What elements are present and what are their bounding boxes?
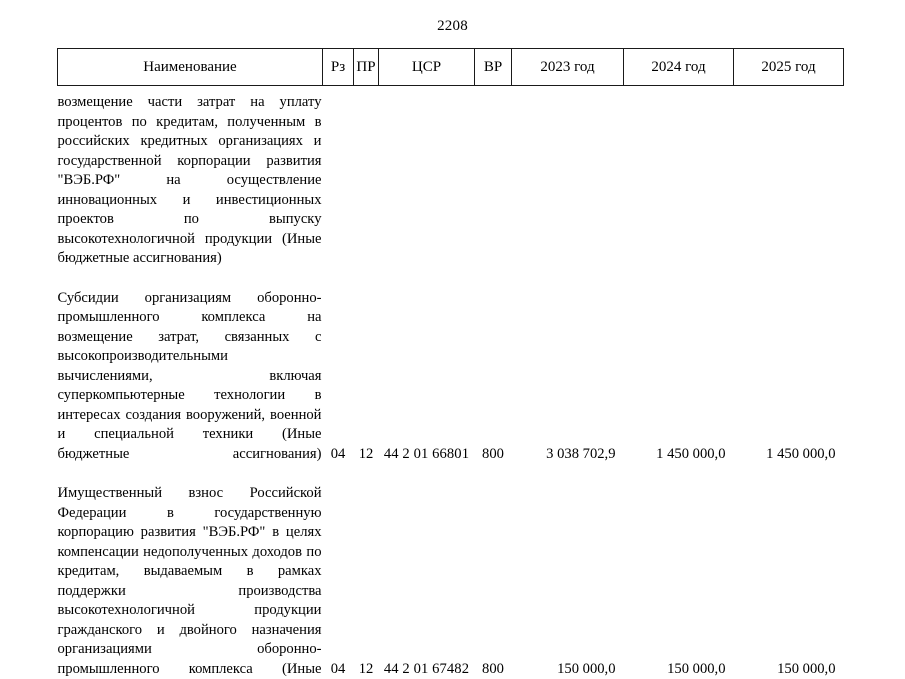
row-csr-cell: 44 2 01 67482 — [379, 477, 475, 679]
row-value-2025: 150 000,0 — [734, 477, 844, 679]
document-page: 2208 Наименование Рз ПР ЦСР ВР 2023 год … — [0, 0, 905, 640]
row-value-2024 — [624, 86, 734, 269]
column-header-rz: Рз — [323, 49, 354, 86]
row-vr-cell: 800 — [475, 282, 512, 465]
row-name-text: возмещение части затрат на уплату процен… — [58, 93, 322, 269]
row-name-cell: возмещение части затрат на уплату процен… — [58, 86, 323, 269]
column-header-csr: ЦСР — [379, 49, 475, 86]
row-spacer — [58, 269, 844, 282]
row-vr-cell: 800 — [475, 477, 512, 679]
row-value-2023: 3 038 702,9 — [512, 282, 624, 465]
column-header-year-2023: 2023 год — [512, 49, 624, 86]
row-rz-cell: 04 — [323, 282, 354, 465]
row-value-2024: 1 450 000,0 — [624, 282, 734, 465]
row-pr-cell: 12 — [354, 282, 379, 465]
row-value-2023: 150 000,0 — [512, 477, 624, 679]
table-header-row: Наименование Рз ПР ЦСР ВР 2023 год 2024 … — [58, 49, 844, 86]
row-name-text: Имущественный взнос Российской Федерации… — [58, 484, 322, 679]
row-pr-cell: 12 — [354, 477, 379, 679]
row-rz-cell — [323, 86, 354, 269]
row-value-2024: 150 000,0 — [624, 477, 734, 679]
column-header-year-2025: 2025 год — [734, 49, 844, 86]
row-spacer — [58, 464, 844, 477]
row-name-cell: Субсидии организациям оборонно-промышлен… — [58, 282, 323, 465]
table-header: Наименование Рз ПР ЦСР ВР 2023 год 2024 … — [58, 49, 844, 86]
table-row: Субсидии организациям оборонно-промышлен… — [58, 282, 844, 465]
row-value-2025: 1 450 000,0 — [734, 282, 844, 465]
row-vr-cell — [475, 86, 512, 269]
column-header-name: Наименование — [58, 49, 323, 86]
row-csr-cell — [379, 86, 475, 269]
row-value-2023 — [512, 86, 624, 269]
row-pr-cell — [354, 86, 379, 269]
table-row: Имущественный взнос Российской Федерации… — [58, 477, 844, 679]
row-name-cell: Имущественный взнос Российской Федерации… — [58, 477, 323, 679]
column-header-vr: ВР — [475, 49, 512, 86]
column-header-pr: ПР — [354, 49, 379, 86]
row-spacer-cell — [58, 464, 844, 477]
column-header-year-2024: 2024 год — [624, 49, 734, 86]
table-body: возмещение части затрат на уплату процен… — [58, 86, 844, 679]
row-name-text: Субсидии организациям оборонно-промышлен… — [58, 289, 322, 465]
budget-allocation-table: Наименование Рз ПР ЦСР ВР 2023 год 2024 … — [57, 48, 844, 679]
row-rz-cell: 04 — [323, 477, 354, 679]
table-row: возмещение части затрат на уплату процен… — [58, 86, 844, 269]
row-value-2025 — [734, 86, 844, 269]
page-number: 2208 — [0, 18, 905, 35]
row-csr-cell: 44 2 01 66801 — [379, 282, 475, 465]
row-spacer-cell — [58, 269, 844, 282]
